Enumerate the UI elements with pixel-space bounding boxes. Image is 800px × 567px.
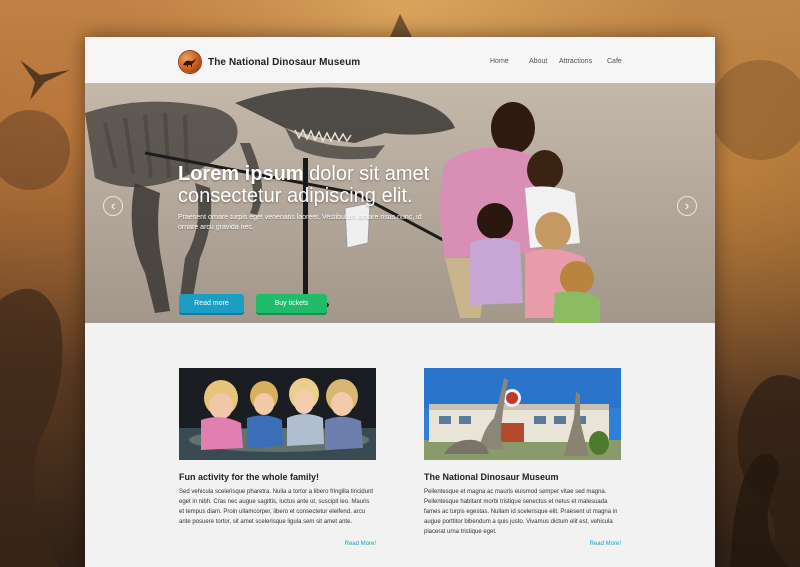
nav-item-home[interactable]: Home (490, 58, 509, 65)
nav-item-cafe[interactable]: Cafe (607, 58, 622, 65)
hero-headline-bold: Lorem ipsum (178, 163, 304, 185)
hero-text-block: Lorem ipsum dolor sit amet consectetur a… (178, 163, 478, 233)
top-navigation-bar: The National Dinosaur Museum Home About … (85, 37, 715, 84)
hero-paragraph: Praesent ornare turpis eget venenatis la… (178, 214, 422, 231)
read-more-button[interactable]: Read more (179, 294, 244, 313)
slider-next-arrow-icon[interactable]: › (677, 196, 697, 216)
hero-slider: Lorem ipsum dolor sit amet consectetur a… (85, 83, 715, 323)
site-title[interactable]: The National Dinosaur Museum (208, 57, 360, 68)
slider-prev-arrow-icon[interactable]: ‹ (103, 196, 123, 216)
card-body: Sed vehicula scelerisque pharetra. Nulla… (179, 489, 374, 525)
card-body: Pellentesque et magna ac mauris euismod … (424, 489, 618, 535)
card-image-children (179, 368, 376, 460)
card-title: The National Dinosaur Museum (424, 472, 559, 482)
buy-tickets-button[interactable]: Buy tickets (256, 294, 327, 313)
hero-headline: Lorem ipsum dolor sit amet consectetur a… (178, 163, 478, 207)
museum-logo-icon[interactable] (179, 51, 201, 73)
card-title: Fun activity for the whole family! (179, 472, 320, 482)
hero-headline-rest: dolor sit amet (303, 163, 430, 185)
nav-item-about[interactable]: About (529, 58, 547, 65)
feature-card-family: Fun activity for the whole family! Sed v… (179, 368, 376, 547)
nav-item-attractions[interactable]: Attractions (559, 58, 592, 65)
card-read-more-link[interactable]: Read More! (590, 541, 621, 547)
card-read-more-link[interactable]: Read More! (345, 541, 376, 547)
hero-headline-line2: consectetur adipiscing elit. (178, 185, 413, 207)
feature-card-museum: The National Dinosaur Museum Pellentesqu… (424, 368, 621, 547)
page-frame: The National Dinosaur Museum Home About … (85, 37, 715, 567)
card-image-museum-building (424, 368, 621, 460)
